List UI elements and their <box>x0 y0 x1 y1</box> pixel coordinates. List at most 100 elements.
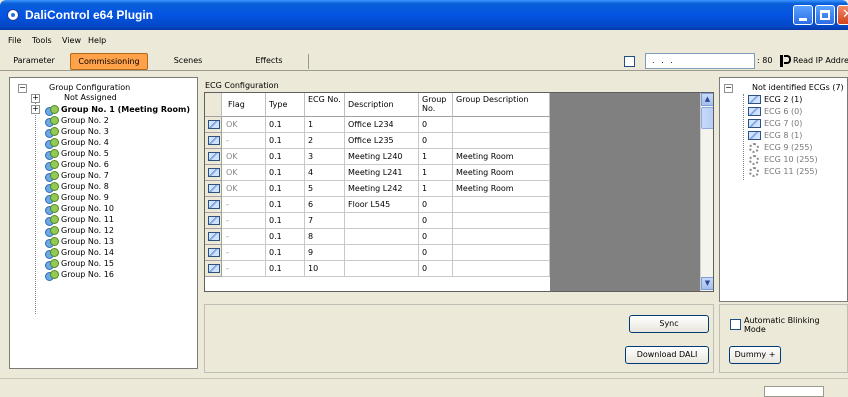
tree-item-group-7[interactable]: Group No. 7 <box>45 171 109 182</box>
tree-item-group-16[interactable]: Group No. 16 <box>45 270 114 281</box>
col-group-no[interactable]: Group No. <box>419 93 453 117</box>
table-cell[interactable]: OK <box>222 117 266 133</box>
table-cell[interactable]: Meeting L240 <box>345 149 419 165</box>
table-cell[interactable]: 3 <box>305 149 345 165</box>
table-cell[interactable]: 0 <box>419 117 453 133</box>
table-cell[interactable]: 0.1 <box>266 133 305 149</box>
table-cell[interactable]: Office L234 <box>345 117 419 133</box>
table-cell[interactable] <box>345 229 419 245</box>
expand-icon[interactable]: + <box>31 94 40 103</box>
tree-item-group-6[interactable]: Group No. 6 <box>45 160 109 171</box>
tab-scenes[interactable]: Scenes <box>170 53 206 70</box>
col-description[interactable]: Description <box>345 93 419 117</box>
table-cell[interactable]: 0.1 <box>266 213 305 229</box>
table-cell[interactable]: OK <box>222 149 266 165</box>
tab-commissioning[interactable]: Commissioning <box>70 53 148 70</box>
expand-icon[interactable]: + <box>31 105 40 114</box>
table-cell[interactable]: 0 <box>419 229 453 245</box>
grid-scrollbar[interactable]: ▲ ▼ <box>700 93 713 291</box>
table-cell[interactable]: 0 <box>419 213 453 229</box>
table-cell[interactable]: 2 <box>305 133 345 149</box>
close-button[interactable]: ✕ <box>837 5 848 25</box>
table-cell[interactable]: Meeting Room <box>453 149 550 165</box>
table-cell[interactable] <box>453 245 550 261</box>
table-cell[interactable]: Meeting L242 <box>345 181 419 197</box>
ecg-item[interactable]: ECG 2 (1) <box>764 95 802 105</box>
table-cell[interactable]: OK <box>222 181 266 197</box>
table-cell[interactable]: Meeting Room <box>453 181 550 197</box>
tree-item-group-12[interactable]: Group No. 12 <box>45 226 114 237</box>
row-header[interactable] <box>205 261 222 277</box>
auto-blink-checkbox[interactable] <box>730 319 741 330</box>
ecg-item[interactable]: ECG 9 (255) <box>764 143 813 153</box>
table-cell[interactable]: Meeting L241 <box>345 165 419 181</box>
ecg-grid[interactable]: Flag Type ECG No. Description Group No. … <box>204 92 714 292</box>
table-cell[interactable]: 1 <box>419 149 453 165</box>
table-cell[interactable]: - <box>222 197 266 213</box>
table-cell[interactable] <box>345 213 419 229</box>
tree-item-group-1[interactable]: Group No. 1 (Meeting Room) <box>45 105 190 116</box>
group-tree[interactable]: − Group Configuration + Not Assigned + G… <box>9 77 198 369</box>
table-cell[interactable]: - <box>222 261 266 277</box>
tree-item-group-14[interactable]: Group No. 14 <box>45 248 114 259</box>
tree-item-group-11[interactable]: Group No. 11 <box>45 215 114 226</box>
table-cell[interactable]: - <box>222 245 266 261</box>
ecg-item[interactable]: ECG 11 (255) <box>764 167 818 177</box>
scroll-down-icon[interactable]: ▼ <box>701 277 713 290</box>
table-cell[interactable]: 0.1 <box>266 229 305 245</box>
download-dali-button[interactable]: Download DALI <box>625 346 709 364</box>
tree-item-group-10[interactable]: Group No. 10 <box>45 204 114 215</box>
table-cell[interactable]: 1 <box>419 181 453 197</box>
scroll-thumb[interactable] <box>701 107 713 129</box>
dummy-button[interactable]: Dummy + <box>729 346 781 364</box>
tab-parameter[interactable]: Parameter <box>6 53 62 70</box>
table-cell[interactable]: 4 <box>305 165 345 181</box>
table-cell[interactable]: 5 <box>305 181 345 197</box>
row-header[interactable] <box>205 133 222 149</box>
read-ip-button[interactable]: Read IP Address <box>780 53 848 70</box>
tree-item-group-13[interactable]: Group No. 13 <box>45 237 114 248</box>
table-cell[interactable] <box>453 261 550 277</box>
tree-item-group-3[interactable]: Group No. 3 <box>45 127 109 138</box>
table-cell[interactable] <box>453 133 550 149</box>
table-cell[interactable]: 1 <box>305 117 345 133</box>
ip-enable-checkbox[interactable] <box>624 56 635 67</box>
collapse-icon[interactable]: − <box>724 84 733 93</box>
menu-file[interactable]: File <box>8 36 21 45</box>
table-cell[interactable]: 0 <box>419 197 453 213</box>
table-cell[interactable]: - <box>222 213 266 229</box>
table-cell[interactable] <box>453 117 550 133</box>
collapse-icon[interactable]: − <box>18 84 27 93</box>
col-group-description[interactable]: Group Description <box>453 93 550 117</box>
row-header[interactable] <box>205 149 222 165</box>
minimize-button[interactable] <box>793 5 813 25</box>
menu-tools[interactable]: Tools <box>32 36 52 45</box>
table-cell[interactable]: OK <box>222 165 266 181</box>
scroll-up-icon[interactable]: ▲ <box>701 93 713 106</box>
tree-root[interactable]: Group Configuration <box>49 83 130 93</box>
menu-view[interactable]: View <box>62 36 81 45</box>
not-identified-panel[interactable]: − Not identified ECGs (7) ECG 2 (1) ECG … <box>719 77 848 302</box>
table-cell[interactable]: - <box>222 133 266 149</box>
table-cell[interactable]: 1 <box>419 165 453 181</box>
tree-item-group-5[interactable]: Group No. 5 <box>45 149 109 160</box>
table-cell[interactable]: Meeting Room <box>453 165 550 181</box>
row-header[interactable] <box>205 117 222 133</box>
col-flag[interactable]: Flag <box>222 93 266 117</box>
table-cell[interactable]: 8 <box>305 229 345 245</box>
table-cell[interactable]: 10 <box>305 261 345 277</box>
table-cell[interactable]: 0 <box>419 245 453 261</box>
table-cell[interactable]: 0.1 <box>266 149 305 165</box>
not-identified-root[interactable]: Not identified ECGs (7) <box>752 83 844 93</box>
tree-item-group-15[interactable]: Group No. 15 <box>45 259 114 270</box>
col-type[interactable]: Type <box>266 93 305 117</box>
table-cell[interactable]: - <box>222 229 266 245</box>
table-cell[interactable]: 0.1 <box>266 197 305 213</box>
table-cell[interactable] <box>345 261 419 277</box>
table-cell[interactable]: 9 <box>305 245 345 261</box>
maximize-button[interactable] <box>815 5 835 25</box>
row-header[interactable] <box>205 197 222 213</box>
tree-item-not-assigned[interactable]: Not Assigned <box>64 93 117 103</box>
table-cell[interactable] <box>453 213 550 229</box>
table-cell[interactable]: 7 <box>305 213 345 229</box>
